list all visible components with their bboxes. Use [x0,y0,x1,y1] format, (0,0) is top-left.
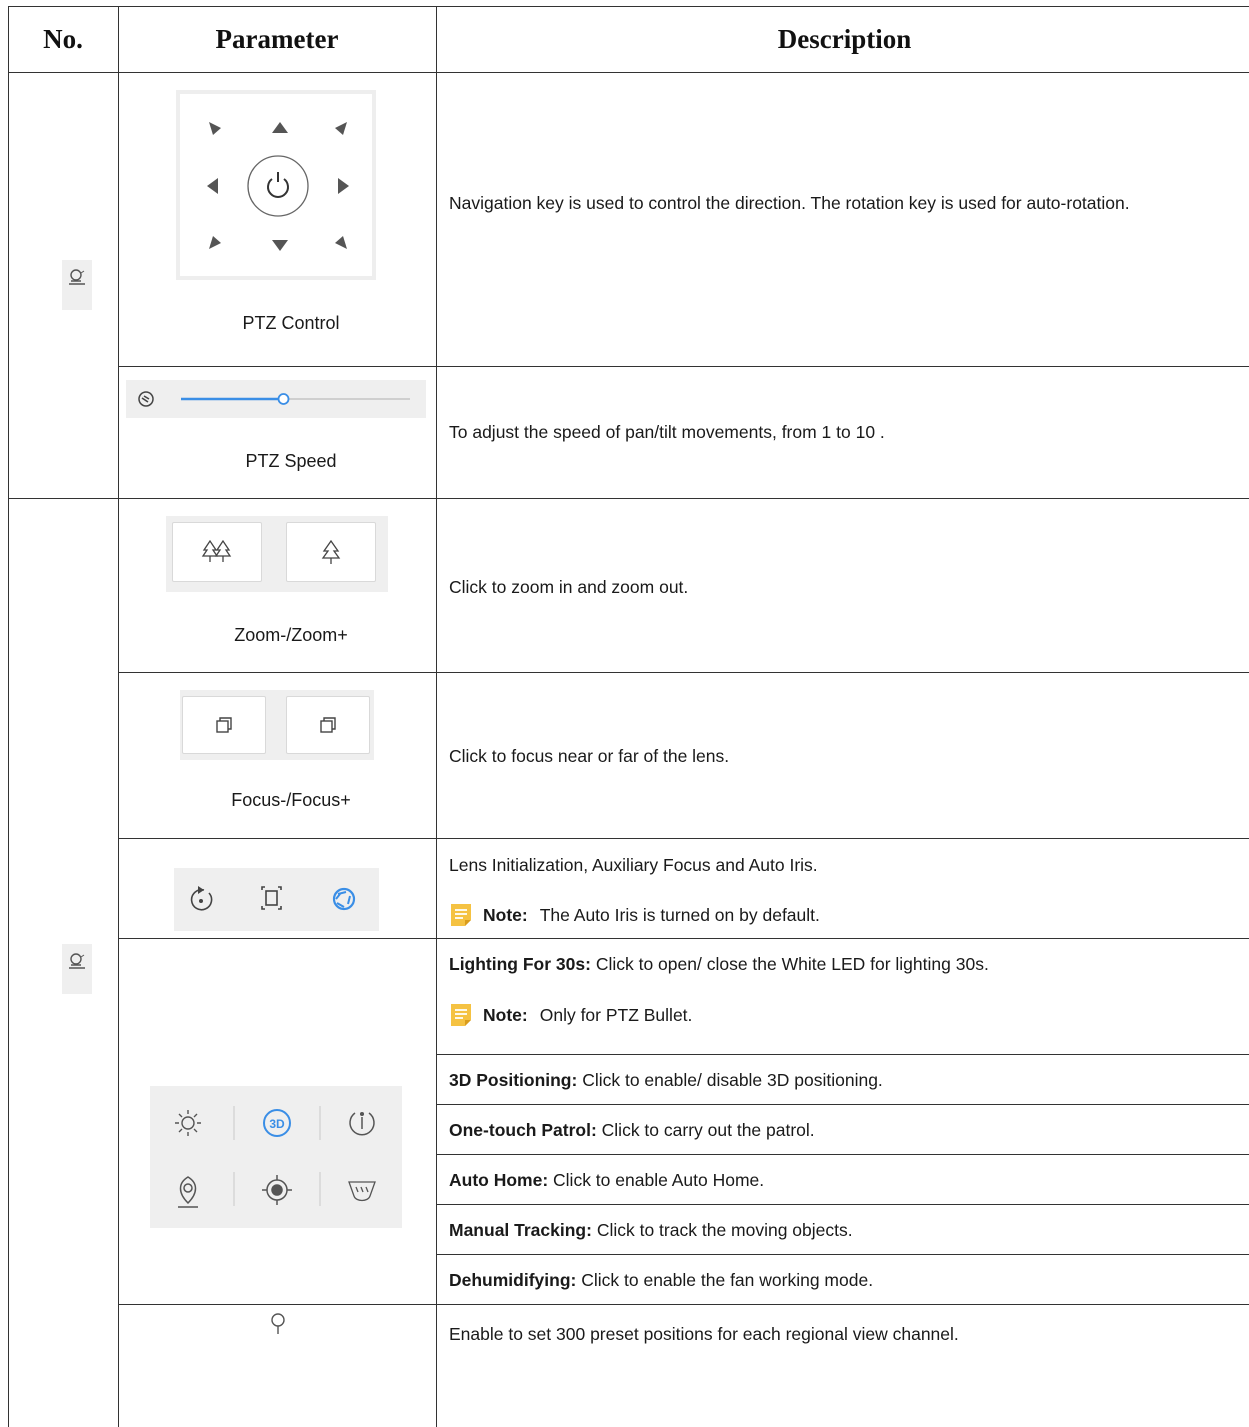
light-icon[interactable] [175,1110,201,1136]
note-label: Note: [483,1005,528,1025]
function-buttons-panel: 3D [150,1086,402,1228]
note-icon [451,1004,471,1026]
item-text: Click to enable the fan working mode. [581,1270,874,1290]
item-label: One-touch Patrol: [449,1120,597,1140]
focus-near-icon [216,717,232,733]
note-icon [451,904,471,926]
lighting-label: Lighting For 30s: [449,954,591,974]
auto-rotation-icon[interactable] [247,155,309,217]
item-text: Click to track the moving objects. [596,1220,853,1240]
desc-focus: Click to focus near or far of the lens. [449,746,730,766]
one-touch-patrol-icon[interactable] [349,1111,375,1136]
auto-iris-icon[interactable] [332,887,356,911]
lens-controls [174,868,379,931]
arrow-up-icon[interactable] [272,122,288,133]
caption-focus: Focus-/Focus+ [231,790,351,810]
aux-focus-icon[interactable] [261,886,282,910]
section-divider [8,498,1249,499]
row-divider [118,938,1249,939]
note-text: Only for PTZ Bullet. [539,1005,693,1025]
3d-positioning-icon[interactable]: 3D [263,1109,291,1137]
arrow-right-icon[interactable] [338,178,349,194]
auto-home-icon[interactable] [178,1176,198,1208]
desc-one-touch-patrol: One-touch Patrol: Click to carry out the… [449,1118,815,1142]
ptz-speed-slider[interactable] [126,380,426,418]
desc-ptz-control: Navigation key is used to control the di… [449,193,1130,213]
svg-text:3D: 3D [269,1117,285,1131]
zoom-controls [166,516,388,592]
desc-zoom: Click to zoom in and zoom out. [449,577,689,597]
row-divider [118,672,1249,673]
note-lens: Note: The Auto Iris is turned on by defa… [449,902,820,928]
header-description: Description [777,23,912,54]
ptz-camera-icon[interactable] [62,260,92,310]
arrow-up-left-icon[interactable] [209,122,221,135]
focus-controls [180,690,374,760]
note-label: Note: [483,905,528,925]
desc-ptz-speed: To adjust the speed of pan/tilt movement… [449,422,885,442]
item-label: Dehumidifying: [449,1270,577,1290]
ptz-direction-pad [176,90,376,280]
caption-ptz-speed: PTZ Speed [245,451,337,471]
caption-ptz-control: PTZ Control [242,313,340,333]
desc-auto-home: Auto Home: Click to enable Auto Home. [449,1168,764,1192]
slider-thumb[interactable] [277,393,290,405]
desc-3d-positioning: 3D Positioning: Click to enable/ disable… [449,1068,883,1092]
lighting-text: Click to open/ close the White LED for l… [595,954,989,974]
item-label: Auto Home: [449,1170,549,1190]
row-divider [436,1254,1249,1255]
item-text: Click to enable Auto Home. [553,1170,765,1190]
row-divider [436,1154,1249,1155]
zoom-in-button[interactable] [286,522,376,582]
note-lighting: Note: Only for PTZ Bullet. [449,1002,692,1028]
item-text: Click to carry out the patrol. [601,1120,815,1140]
desc-manual-tracking: Manual Tracking: Click to track the movi… [449,1218,853,1242]
focus-far-icon [320,717,336,733]
manual-tracking-icon[interactable] [262,1175,292,1205]
header-no: No. [43,23,83,54]
table-border-left [8,6,9,1427]
note-text: The Auto Iris is turned on by default. [539,905,820,925]
item-text: Click to enable/ disable 3D positioning. [582,1070,883,1090]
header-divider [8,72,1249,73]
row-divider [118,366,1249,367]
zoom-out-button[interactable] [172,522,262,582]
item-label: 3D Positioning: [449,1070,578,1090]
row-divider [118,838,1249,839]
zoom-out-trees-icon [201,539,232,562]
parameter-table: No. Parameter Description PTZ Control Na… [0,0,1249,1427]
caption-zoom: Zoom-/Zoom+ [234,625,348,645]
desc-dehumidifying: Dehumidifying: Click to enable the fan w… [449,1268,873,1292]
lens-init-icon[interactable] [190,886,213,911]
zoom-in-tree-icon [321,539,341,564]
item-label: Manual Tracking: [449,1220,592,1240]
arrow-down-right-icon[interactable] [335,236,347,249]
column-divider [436,6,437,1427]
focus-near-button[interactable] [182,696,266,754]
desc-preset: Enable to set 300 preset positions for e… [449,1324,959,1344]
row-divider [436,1104,1249,1105]
ptz-camera-icon[interactable] [62,944,92,994]
row-divider [436,1204,1249,1205]
header-parameter: Parameter [215,23,339,54]
speed-icon [138,391,154,407]
focus-far-button[interactable] [286,696,370,754]
column-divider [118,6,119,1427]
preset-pin-icon[interactable] [268,1311,288,1337]
desc-lens: Lens Initialization, Auxiliary Focus and… [449,855,818,875]
arrow-down-left-icon[interactable] [209,236,221,249]
row-divider [436,1054,1249,1055]
arrow-left-icon[interactable] [207,178,218,194]
dehumidify-icon[interactable] [348,1181,376,1202]
desc-lighting: Lighting For 30s: Click to open/ close t… [449,952,989,976]
row-divider [118,1304,1249,1305]
arrow-down-icon[interactable] [272,240,288,251]
arrow-up-right-icon[interactable] [335,122,347,135]
